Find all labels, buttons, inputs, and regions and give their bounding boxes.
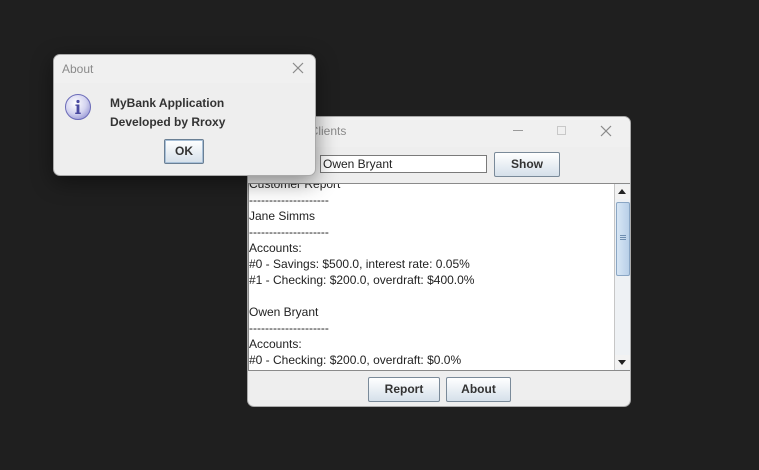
ok-button[interactable]: OK <box>164 139 204 164</box>
report-line: Customer Report <box>249 183 341 191</box>
minimize-icon <box>513 130 523 131</box>
report-line: #1 - Checking: $200.0, overdraft: $400.0… <box>249 273 475 287</box>
minimize-button[interactable] <box>496 117 540 145</box>
report-line: Owen Bryant <box>249 305 319 319</box>
report-line: Accounts: <box>249 337 302 351</box>
report-line: Accounts: <box>249 241 302 255</box>
report-line: -------------------- <box>249 321 329 335</box>
report-line <box>249 288 615 304</box>
show-button[interactable]: Show <box>494 152 560 177</box>
maximize-button[interactable] <box>540 117 584 145</box>
info-icon <box>65 94 91 120</box>
about-button[interactable]: About <box>446 377 511 402</box>
scroll-up-arrow-icon[interactable] <box>615 185 630 199</box>
scroll-down-arrow-icon[interactable] <box>615 355 630 369</box>
report-content: Customer Report -------------------- Jane … <box>249 183 615 368</box>
report-line: Jane Simms <box>249 209 316 223</box>
scroll-thumb[interactable] <box>616 202 630 276</box>
dialog-title-bar[interactable]: About <box>54 55 315 83</box>
report-line: #0 - Checking: $200.0, overdraft: $0.0% <box>249 353 462 367</box>
close-icon[interactable] <box>292 62 304 74</box>
grip-icon <box>620 235 626 240</box>
report-line: -------------------- <box>249 193 329 207</box>
report-line: -------------------- <box>249 225 329 239</box>
client-name-input[interactable] <box>320 155 487 173</box>
dialog-message-line-1: MyBank Application <box>110 96 225 110</box>
close-icon <box>600 125 612 137</box>
report-text-area[interactable]: Customer Report -------------------- Jane … <box>248 183 630 371</box>
report-button[interactable]: Report <box>368 377 440 402</box>
report-line: #0 - Savings: $500.0, interest rate: 0.0… <box>249 257 470 271</box>
about-dialog: About MyBank Application Developed by Rr… <box>53 54 316 176</box>
maximize-icon <box>557 126 566 135</box>
vertical-scrollbar[interactable] <box>614 184 630 370</box>
dialog-message-line-2: Developed by Rroxy <box>110 115 226 129</box>
close-button[interactable] <box>584 117 628 145</box>
dialog-title: About <box>62 62 94 76</box>
